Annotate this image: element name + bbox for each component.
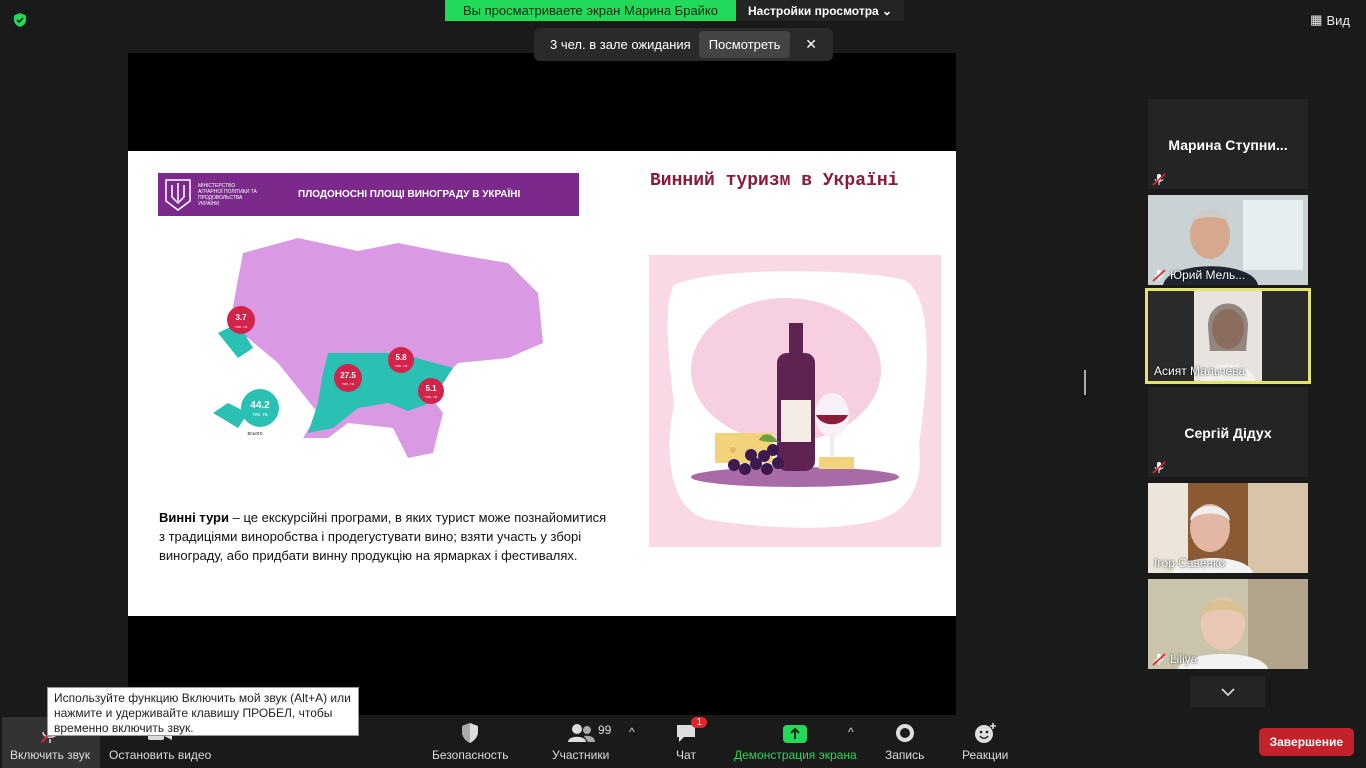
waiting-room-notice: 3 чел. в зале ожидания Посмотреть ✕ — [534, 28, 833, 61]
reactions-button[interactable]: Реакции — [962, 715, 1008, 768]
participants-count: 99 — [598, 723, 612, 737]
stop-video-label: Остановить видео — [109, 748, 212, 762]
map-value-label: 5.1 — [425, 384, 437, 393]
view-label: Вид — [1326, 12, 1350, 28]
mic-muted-icon — [1152, 269, 1166, 282]
map-unit-label: тис. га — [395, 363, 408, 368]
end-meeting-button[interactable]: Завершение — [1258, 728, 1354, 756]
chevron-down-icon: ⌄ — [882, 4, 893, 18]
wine-illustration-image — [667, 271, 927, 528]
map-unit-label: тис. га — [342, 381, 355, 386]
participant-tile[interactable]: Liliya — [1148, 579, 1308, 669]
mic-muted-icon — [1152, 173, 1166, 186]
shield-icon — [462, 723, 479, 743]
participants-label: Участники — [552, 748, 610, 762]
chat-button[interactable]: Чат 1 — [675, 715, 707, 768]
wine-illustration — [649, 255, 941, 547]
slide-title: Винний туризм в Україні — [650, 171, 899, 191]
panel-resize-handle[interactable] — [1084, 370, 1086, 395]
participants-button[interactable]: Участники 99 — [552, 715, 612, 768]
record-label: Запись — [885, 748, 925, 762]
participant-name: Liliya — [1170, 652, 1198, 666]
shield-check-icon[interactable] — [12, 12, 28, 28]
participant-tile[interactable]: Марина Ступни... — [1148, 99, 1308, 189]
mic-muted-icon — [1152, 461, 1166, 474]
security-button[interactable]: Безопасность — [432, 715, 509, 768]
slide-header-banner: Міністерство аграрної політики та продов… — [158, 173, 579, 216]
share-screen-icon — [783, 725, 808, 743]
grid-icon: ▦ — [1310, 12, 1323, 27]
map-unit-label: тис. га — [253, 412, 268, 418]
ukraine-map: 3.7 тис. га 5.8 тис. га 27.5 тис. га 5.1… — [213, 238, 543, 458]
map-total-label: всього — [248, 431, 263, 437]
participant-tile[interactable]: Юрий Мель... — [1148, 195, 1308, 285]
map-value-label: 44.2 — [250, 400, 270, 411]
close-icon[interactable]: ✕ — [805, 36, 817, 53]
view-button[interactable]: ▦ Вид — [1310, 12, 1350, 28]
view-settings-label: Настройки просмотра — [748, 4, 879, 18]
map-value-label: 27.5 — [340, 371, 356, 380]
chat-label: Чат — [676, 748, 696, 762]
participant-name: Сергій Дідух — [1184, 425, 1272, 441]
map-value-label: 5.8 — [395, 353, 407, 362]
participant-name: Асият Мальчева — [1154, 364, 1246, 378]
security-label: Безопасность — [432, 748, 509, 762]
slide-text-bold: Винні тури — [159, 510, 229, 525]
unmute-tooltip: Используйте функцию Включить мой звук (A… — [47, 687, 359, 736]
participant-name: Марина Ступни... — [1168, 137, 1288, 153]
participants-icon — [567, 724, 595, 742]
sharing-notice: Вы просматриваете экран Марина Брайко — [445, 0, 736, 21]
participant-tile[interactable]: Сергій Дідух — [1148, 387, 1308, 477]
trident-emblem-icon — [165, 178, 191, 211]
scroll-down-button[interactable] — [1190, 676, 1265, 707]
share-options-caret-icon[interactable]: ^ — [848, 725, 854, 739]
presentation-slide: Міністерство аграрної політики та продов… — [128, 151, 956, 616]
mic-muted-icon — [1152, 653, 1166, 666]
slide-body-text: Винні тури – це екскурсійні програми, в … — [159, 508, 609, 565]
participant-name: Юрий Мель... — [1170, 268, 1246, 282]
unmute-label: Включить звук — [10, 748, 91, 762]
reactions-label: Реакции — [962, 748, 1009, 762]
record-button[interactable]: Запись — [885, 715, 924, 768]
view-settings-button[interactable]: Настройки просмотра ⌄ — [736, 0, 905, 21]
ministry-label: Міністерство аграрної політики та продов… — [198, 182, 257, 207]
chevron-down-icon — [1220, 687, 1235, 696]
map-value-label: 3.7 — [235, 313, 247, 322]
waiting-room-text: 3 чел. в зале ожидания — [550, 37, 691, 52]
share-screen-label: Демонстрация экрана — [734, 748, 857, 762]
share-banner: Вы просматриваете экран Марина Брайко На… — [445, 0, 905, 21]
map-value-3-7: 3.7 тис. га — [227, 306, 255, 334]
map-value-5-8: 5.8 тис. га — [388, 347, 414, 373]
participant-tile-active[interactable]: Асият Мальчева — [1145, 288, 1311, 384]
participants-options-caret-icon[interactable]: ^ — [629, 725, 635, 739]
share-screen-button[interactable]: Демонстрация экрана — [734, 715, 857, 768]
map-unit-label: тис. га — [425, 394, 438, 399]
map-value-27-5: 27.5 тис. га — [334, 364, 362, 392]
participant-tile[interactable]: Ігор Савенко — [1148, 483, 1308, 573]
smiley-plus-icon — [975, 723, 997, 743]
map-value-total: 44.2 тис. га всього — [241, 389, 279, 437]
participant-name: Ігор Савенко — [1154, 556, 1226, 570]
shared-screen: Міністерство аграрної політики та продов… — [128, 53, 956, 715]
slide-header-title: ПЛОДОНОСНІ ПЛОЩІ ВИНОГРАДУ В УКРАЇНІ — [298, 189, 521, 200]
map-value-5-1: 5.1 тис. га — [418, 378, 444, 404]
waiting-room-view-button[interactable]: Посмотреть — [698, 31, 791, 58]
record-icon — [895, 724, 914, 742]
map-unit-label: тис. га — [235, 324, 248, 329]
chat-unread-badge: 1 — [691, 717, 707, 728]
